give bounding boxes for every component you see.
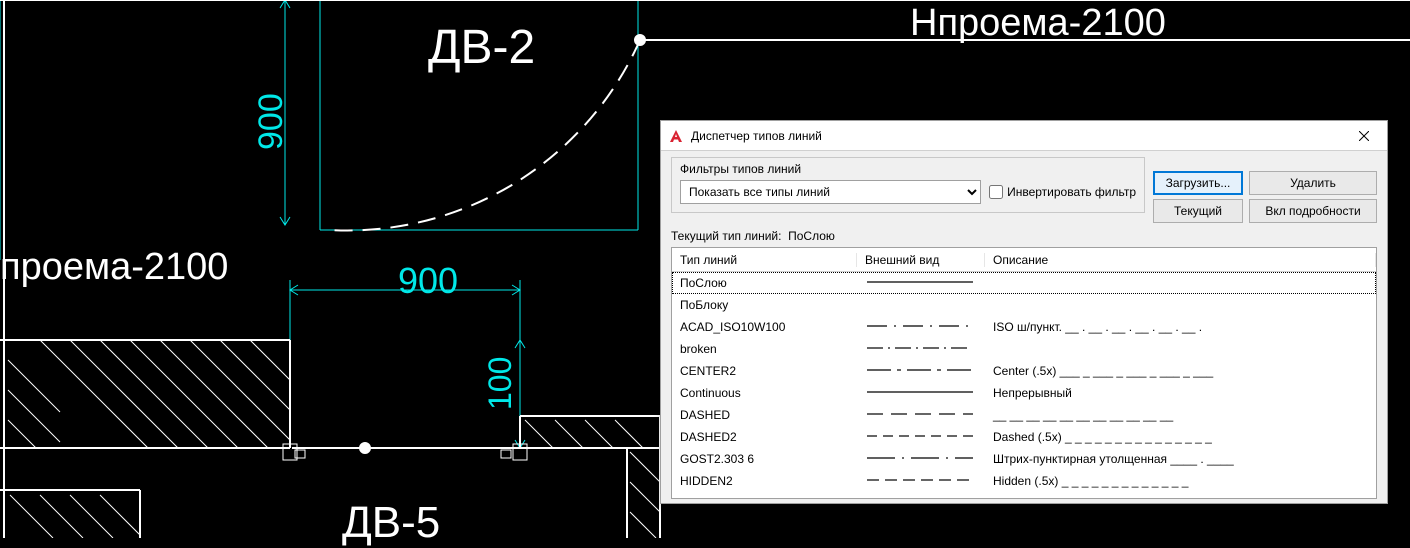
table-row[interactable]: ПоСлою: [672, 272, 1376, 294]
dim-100: 100: [482, 357, 519, 410]
table-row[interactable]: DASHED __ __ __ __ __ __ __ __ __ __ __: [672, 404, 1376, 426]
table-row[interactable]: CENTER2 Center (.5x) ___ _ ___ _ ___ _ __…: [672, 360, 1376, 382]
cell-appearance: [857, 363, 985, 380]
load-button[interactable]: Загрузить...: [1153, 171, 1243, 195]
cell-name: HIDDEN2: [672, 474, 857, 488]
label-dv2: ДВ-2: [428, 20, 535, 75]
titlebar[interactable]: Диспетчер типов линий: [661, 121, 1387, 151]
cell-name: GOST2.303 6: [672, 452, 857, 466]
filter-group-title: Фильтры типов линий: [680, 162, 1136, 176]
current-linetype: Текущий тип линий: ПоСлою: [671, 223, 1377, 247]
table-row[interactable]: broken: [672, 338, 1376, 360]
table-row[interactable]: ПоБлоку: [672, 294, 1376, 316]
cell-appearance: [857, 341, 985, 358]
cell-description: Hidden (.5x) _ _ _ _ _ _ _ _ _ _ _ _ _: [985, 474, 1376, 488]
label-hproema-right: Нпроема-2100: [910, 2, 1166, 45]
table-row[interactable]: HIDDEN2 Hidden (.5x) _ _ _ _ _ _ _ _ _ _ …: [672, 470, 1376, 492]
cell-appearance: [857, 319, 985, 336]
table-row[interactable]: DASHED2 Dashed (.5x) _ _ _ _ _ _ _ _ _ _ …: [672, 426, 1376, 448]
cell-name: ПоБлоку: [672, 298, 857, 312]
cell-appearance: [857, 473, 985, 490]
cell-appearance: [857, 429, 985, 446]
col-description[interactable]: Описание: [985, 253, 1376, 267]
cell-description: __ __ __ __ __ __ __ __ __ __ __: [985, 408, 1376, 422]
cell-appearance: [857, 407, 985, 424]
invert-filter-checkbox[interactable]: [989, 185, 1003, 199]
current-button[interactable]: Текущий: [1153, 199, 1243, 223]
close-icon: [1359, 131, 1369, 141]
cell-name: Continuous: [672, 386, 857, 400]
label-hproema-left: проема-2100: [0, 246, 228, 289]
label-dv5: ДВ-5: [342, 498, 440, 548]
cell-name: CENTER2: [672, 364, 857, 378]
dim-900-vert: 900: [252, 93, 291, 150]
autocad-icon: [667, 127, 685, 145]
cell-appearance: [857, 297, 985, 314]
col-name[interactable]: Тип линий: [672, 253, 857, 267]
cell-description: ISO ш/пункт. __ . __ . __ . __ . __ . __…: [985, 320, 1376, 334]
close-button[interactable]: [1341, 121, 1387, 151]
filter-dropdown[interactable]: Показать все типы линий: [680, 180, 981, 204]
invert-filter-label[interactable]: Инвертировать фильтр: [989, 185, 1136, 199]
cell-description: Непрерывный: [985, 386, 1376, 400]
details-button[interactable]: Вкл подробности: [1249, 199, 1377, 223]
cell-description: Center (.5x) ___ _ ___ _ ___ _ ___ _ ___: [985, 364, 1376, 378]
col-appearance[interactable]: Внешний вид: [857, 253, 985, 267]
linetype-manager-dialog: Диспетчер типов линий Фильтры типов лини…: [660, 120, 1388, 504]
cell-appearance: [857, 451, 985, 468]
filter-group: Фильтры типов линий Показать все типы ли…: [671, 157, 1145, 213]
invert-filter-text: Инвертировать фильтр: [1007, 185, 1136, 199]
dialog-title: Диспетчер типов линий: [691, 129, 1341, 143]
cell-name: DASHED: [672, 408, 857, 422]
cell-appearance: [857, 275, 985, 292]
cell-name: broken: [672, 342, 857, 356]
cell-appearance: [857, 385, 985, 402]
cell-description: Dashed (.5x) _ _ _ _ _ _ _ _ _ _ _ _ _ _…: [985, 430, 1376, 444]
cell-name: ACAD_ISO10W100: [672, 320, 857, 334]
dim-900-horiz: 900: [398, 260, 458, 302]
table-row[interactable]: GOST2.303 6 Штрих-пунктирная утолщенная _…: [672, 448, 1376, 470]
delete-button[interactable]: Удалить: [1249, 171, 1377, 195]
table-header: Тип линий Внешний вид Описание: [672, 248, 1376, 272]
table-row[interactable]: Continuous Непрерывный: [672, 382, 1376, 404]
cell-name: DASHED2: [672, 430, 857, 444]
table-row[interactable]: ACAD_ISO10W100 ISO ш/пункт. __ . __ . __ …: [672, 316, 1376, 338]
cell-name: ПоСлою: [672, 276, 857, 290]
cell-description: Штрих-пунктирная утолщенная ____ . ____: [985, 452, 1376, 466]
linetype-table[interactable]: Тип линий Внешний вид Описание ПоСлою ПоБ…: [671, 247, 1377, 499]
